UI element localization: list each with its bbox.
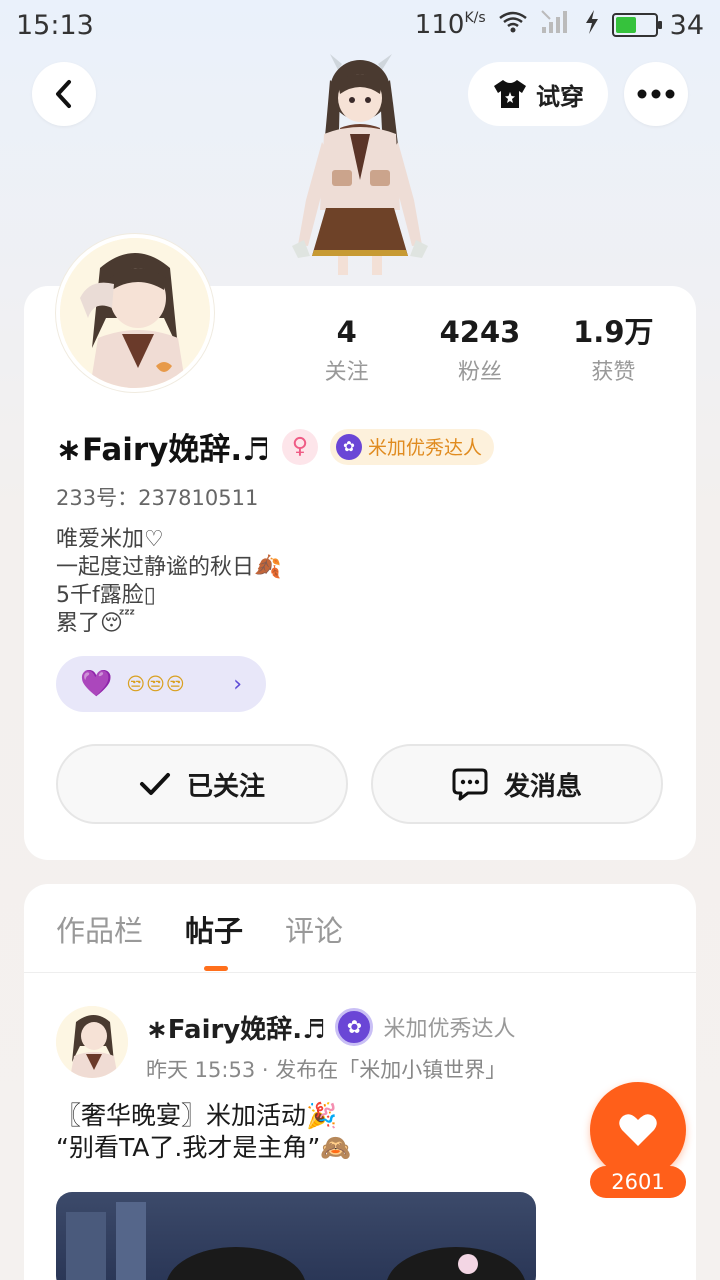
post-text-line: 〖奢华晚宴〗米加活动🎉 (56, 1101, 338, 1130)
stat-likes-count: 1.9万 (573, 315, 654, 349)
check-icon (139, 773, 170, 795)
talent-label: 米加优秀达人 (367, 437, 482, 459)
talent-star-icon: ✿ (335, 433, 362, 460)
fan-emojis: 😒😒😒 (126, 673, 186, 695)
stat-fans[interactable]: 4243 粉丝 (413, 314, 546, 394)
status-bar: 15:13 110K/s 34 (0, 0, 720, 50)
battery-percent: 34 (669, 9, 704, 41)
battery-icon (611, 13, 662, 37)
post-image[interactable] (56, 1192, 536, 1280)
status-time: 15:13 (16, 9, 94, 41)
tab-comments[interactable]: 评论 (285, 908, 343, 950)
profile-avatar[interactable] (56, 234, 214, 392)
message-button[interactable]: 发消息 (371, 744, 663, 824)
talent-badge[interactable]: ✿ 米加优秀达人 (329, 428, 494, 465)
post-author-name[interactable]: ∗Fairy娩辞.♬ (146, 1009, 325, 1046)
stat-likes-label: 获赞 (591, 360, 636, 385)
tab-works[interactable]: 作品栏 (56, 908, 143, 950)
profile-stats: 4 关注 4243 粉丝 1.9万 获赞 (280, 314, 680, 394)
back-button[interactable] (32, 62, 96, 126)
bio-line: 唯爱米加♡ (56, 527, 164, 552)
stat-fans-count: 4243 (439, 315, 521, 349)
more-button[interactable] (624, 62, 688, 126)
post-meta: 昨天 15:53 · 发布在「米加小镇世界」 (146, 1058, 507, 1082)
user-id: 233号：237810511 (56, 486, 259, 510)
message-label: 发消息 (503, 771, 582, 802)
name-row: ∗Fairy娩辞.♬ ♀ ✿ 米加优秀达人 (56, 424, 494, 469)
bio-line: 累了😴 (56, 611, 136, 636)
post-text-line: “别看TA了.我才是主角”🙈 (56, 1133, 352, 1162)
post-author-avatar[interactable] (56, 1006, 128, 1078)
profile-tabs: 作品栏 帖子 评论 (56, 908, 343, 950)
like-count: 2601 (590, 1166, 686, 1198)
bio-line: 5千f露脸▯ (56, 583, 156, 608)
female-icon: ♀ (281, 428, 318, 465)
post-author-row: ∗Fairy娩辞.♬ ✿ 米加优秀达人 (146, 1008, 515, 1046)
stat-following-label: 关注 (324, 360, 369, 385)
username: ∗Fairy娩辞.♬ (56, 432, 270, 468)
post-talent-label: 米加优秀达人 (383, 1017, 516, 1042)
stat-following[interactable]: 4 关注 (280, 314, 413, 394)
like-button[interactable] (590, 1082, 686, 1178)
stat-likes[interactable]: 1.9万 获赞 (547, 314, 680, 394)
tshirt-icon (494, 80, 526, 108)
try-on-label: 试穿 (536, 82, 584, 111)
chevron-left-icon (56, 80, 71, 108)
bio: 唯爱米加♡ 一起度过静谧的秋日🍂 5千f露脸▯ 累了😴 (56, 526, 281, 638)
chat-bubble-icon (452, 768, 488, 801)
fan-club-pill[interactable]: 💜 😒😒😒 › (56, 656, 266, 712)
stat-following-count: 4 (336, 315, 357, 349)
tab-posts[interactable]: 帖子 (185, 908, 243, 950)
active-tab-indicator (204, 966, 228, 971)
character-figure (280, 50, 440, 275)
network-speed: 110K/s (414, 10, 486, 40)
follow-label: 已关注 (186, 771, 265, 802)
heart-icon (619, 1114, 657, 1146)
battery-level (615, 17, 636, 33)
more-dots-icon (637, 89, 675, 99)
hearts-icon: 💜 (80, 669, 113, 699)
stat-fans-label: 粉丝 (457, 360, 502, 385)
post-text[interactable]: 〖奢华晚宴〗米加活动🎉 “别看TA了.我才是主角”🙈 (56, 1100, 351, 1164)
bio-line: 一起度过静谧的秋日🍂 (56, 555, 282, 580)
follow-button[interactable]: 已关注 (56, 744, 348, 824)
charging-icon (584, 9, 600, 42)
wifi-icon (498, 10, 528, 41)
chevron-right-icon: › (233, 671, 242, 697)
talent-star-icon: ✿ (335, 1008, 374, 1046)
tabs-divider (24, 972, 696, 973)
try-on-button[interactable]: 试穿 (468, 62, 608, 126)
signal-icon (540, 9, 572, 42)
